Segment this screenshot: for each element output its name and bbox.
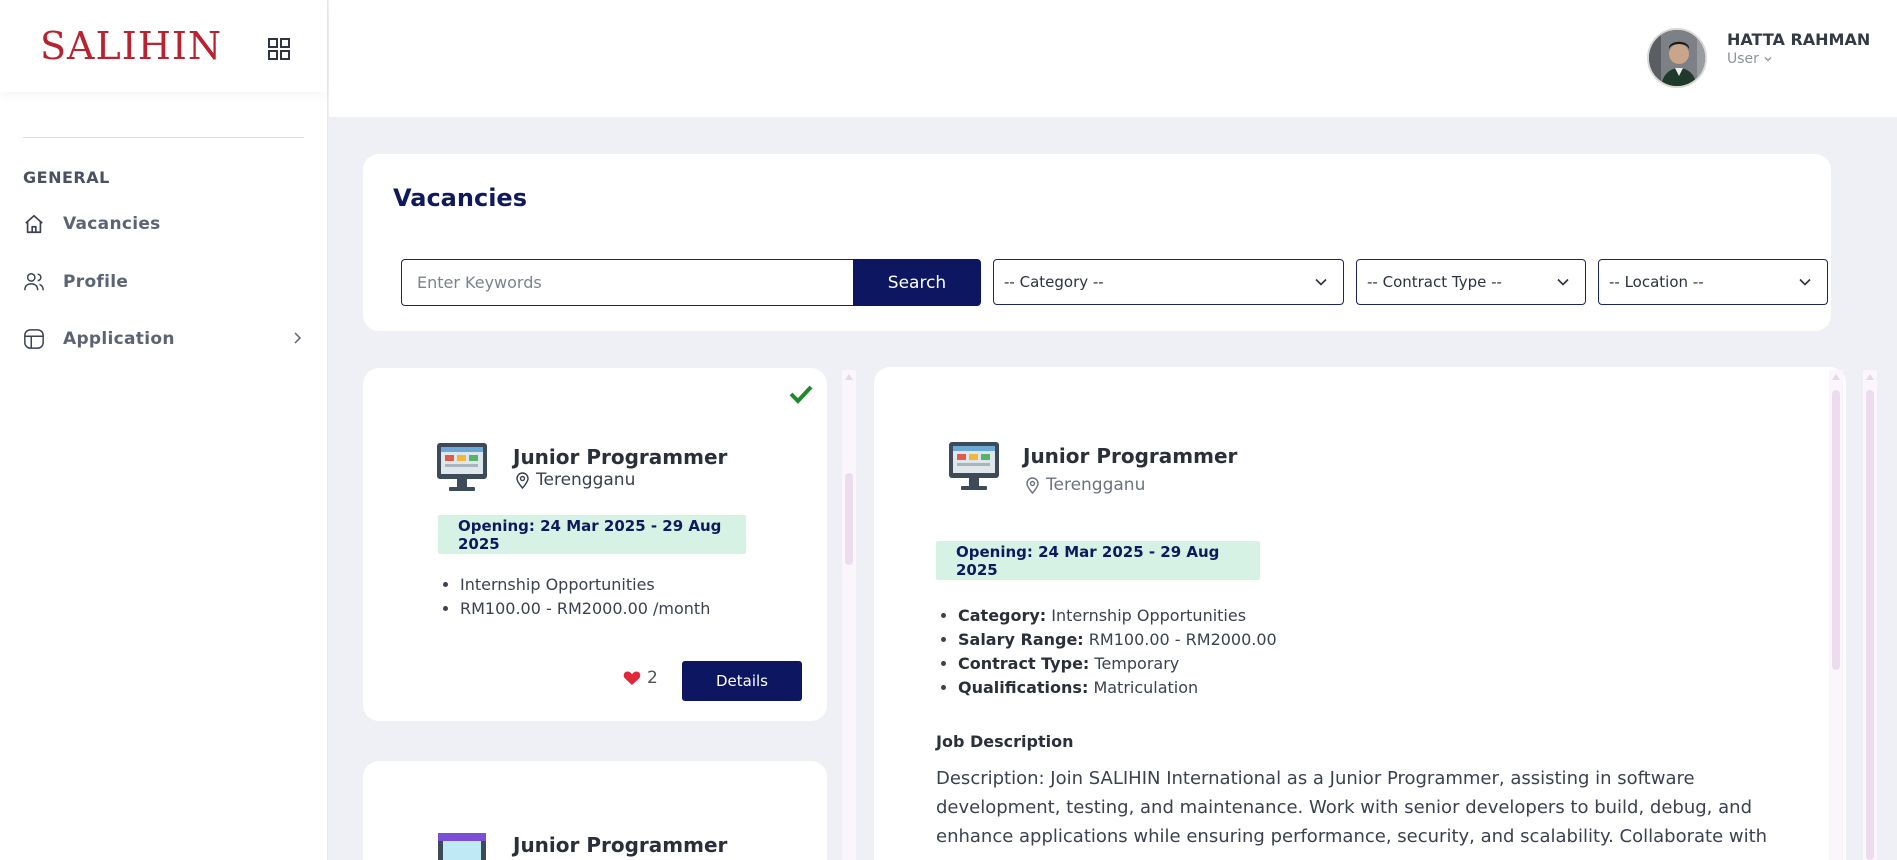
computer-monitor-icon <box>949 442 999 490</box>
like-button[interactable]: 2 <box>623 668 658 688</box>
scroll-up-arrow-icon[interactable] <box>845 374 853 380</box>
scrollbar-thumb[interactable] <box>845 473 853 565</box>
application-icon <box>24 329 44 349</box>
like-count: 2 <box>647 668 658 688</box>
mobile-device-icon <box>438 833 486 860</box>
chevron-right-icon <box>294 332 302 344</box>
sidebar-divider <box>23 137 304 138</box>
heart-icon <box>623 671 641 685</box>
location-select-value: -- Location -- <box>1609 273 1704 291</box>
page-title: Vacancies <box>393 184 527 212</box>
computer-monitor-icon <box>437 443 487 491</box>
map-pin-icon <box>1026 476 1039 494</box>
keyword-search-input[interactable] <box>401 259 855 306</box>
opening-date-badge: Opening: 24 Mar 2025 - 29 Aug 2025 <box>438 515 746 554</box>
user-role-label: User <box>1727 51 1759 67</box>
detail-fields-list: Category: Internship Opportunities Salar… <box>936 604 1277 700</box>
detail-job-location-text: Terengganu <box>1046 475 1146 495</box>
detail-field-qualifications: Qualifications: Matriculation <box>958 676 1277 700</box>
sidebar-item-label: Profile <box>63 272 129 292</box>
sidebar: SALIHIN GENERAL Vacancies Profile Applic… <box>0 0 328 860</box>
field-label: Category: <box>958 606 1047 625</box>
field-value: RM100.00 - RM2000.00 <box>1088 630 1277 649</box>
sidebar-item-vacancies[interactable]: Vacancies <box>23 206 305 242</box>
chevron-down-icon <box>1315 278 1327 286</box>
detail-outer-scrollbar[interactable] <box>1863 370 1877 860</box>
details-button[interactable]: Details <box>682 661 802 701</box>
job-title[interactable]: Junior Programmer <box>513 445 727 469</box>
field-value: Matriculation <box>1093 678 1199 697</box>
job-category: Internship Opportunities <box>460 573 710 597</box>
job-summary-list: Internship Opportunities RM100.00 - RM20… <box>438 573 710 621</box>
app-grid-icon[interactable] <box>268 38 290 60</box>
contract-type-select-value: -- Contract Type -- <box>1367 273 1502 291</box>
logo-bar: SALIHIN <box>0 0 327 92</box>
job-list-scrollbar[interactable] <box>842 370 856 860</box>
field-label: Salary Range: <box>958 630 1084 649</box>
job-description-text: Description: Join SALIHIN International … <box>936 768 1768 847</box>
vacancies-search-card: Vacancies Search -- Category -- -- Contr… <box>363 154 1831 331</box>
job-card[interactable]: Junior Programmer Terengganu Opening: 24… <box>363 368 827 721</box>
sidebar-item-label: Application <box>63 329 175 349</box>
applied-check-icon <box>789 385 813 404</box>
job-location-text: Terengganu <box>536 470 636 490</box>
scroll-up-arrow-icon[interactable] <box>1866 374 1874 380</box>
contract-type-select[interactable]: -- Contract Type -- <box>1356 259 1586 305</box>
scroll-up-arrow-icon[interactable] <box>1832 374 1840 380</box>
scrollbar-thumb[interactable] <box>1866 390 1874 860</box>
job-title[interactable]: Junior Programmer <box>513 833 727 857</box>
chevron-down-icon <box>1764 57 1772 62</box>
field-label: Contract Type: <box>958 654 1090 673</box>
users-icon <box>24 273 44 291</box>
detail-inner-scrollbar[interactable] <box>1829 370 1843 860</box>
job-description-heading: Job Description <box>936 732 1074 751</box>
home-icon <box>25 214 43 234</box>
detail-field-salary: Salary Range: RM100.00 - RM2000.00 <box>958 628 1277 652</box>
job-location: Terengganu <box>515 470 635 490</box>
sidebar-item-profile[interactable]: Profile <box>23 264 305 300</box>
category-select-value: -- Category -- <box>1004 273 1104 291</box>
scrollbar-thumb[interactable] <box>1832 390 1840 670</box>
detail-field-category: Category: Internship Opportunities <box>958 604 1277 628</box>
map-pin-icon <box>516 471 529 489</box>
nav-heading-general: GENERAL <box>23 168 110 187</box>
field-label: Qualifications: <box>958 678 1089 697</box>
salihin-logo[interactable]: SALIHIN <box>40 24 222 68</box>
search-button[interactable]: Search <box>853 259 981 306</box>
chevron-down-icon <box>1557 278 1569 286</box>
detail-field-contract-type: Contract Type: Temporary <box>958 652 1277 676</box>
chevron-down-icon <box>1799 278 1811 286</box>
detail-job-title: Junior Programmer <box>1023 444 1238 468</box>
field-value: Temporary <box>1094 654 1180 673</box>
field-value: Internship Opportunities <box>1051 606 1247 625</box>
location-select[interactable]: -- Location -- <box>1598 259 1828 305</box>
job-salary: RM100.00 - RM2000.00 /month <box>460 597 710 621</box>
user-role-dropdown[interactable]: User <box>1727 51 1773 67</box>
job-card[interactable]: Junior Programmer <box>363 761 827 860</box>
user-avatar[interactable] <box>1647 28 1707 88</box>
detail-opening-date-badge: Opening: 24 Mar 2025 - 29 Aug 2025 <box>936 541 1260 580</box>
category-select[interactable]: -- Category -- <box>993 259 1344 305</box>
user-name[interactable]: HATTA RAHMAN <box>1727 30 1870 49</box>
sidebar-item-label: Vacancies <box>63 214 161 234</box>
sidebar-item-application[interactable]: Application <box>23 321 305 357</box>
job-detail-panel: Junior Programmer Terengganu Opening: 24… <box>874 367 1846 860</box>
detail-job-location: Terengganu <box>1025 475 1145 495</box>
